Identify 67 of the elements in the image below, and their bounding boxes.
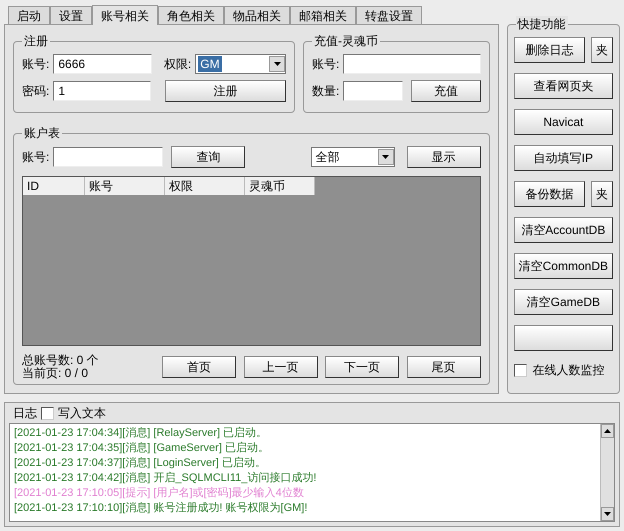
log-line: [2021-01-23 17:10:10][消息] 账号注册成功! 账号权限为[GM]! bbox=[14, 501, 308, 516]
page-button[interactable]: 首页 bbox=[162, 356, 236, 378]
field-label: 账号: bbox=[312, 56, 340, 73]
account-field[interactable] bbox=[343, 54, 481, 74]
log-line: [2021-01-23 17:04:34][消息] [RelayServer] 已启动。 bbox=[14, 426, 268, 441]
log-line: [2021-01-23 17:10:05][提示] [用户名]或[密码]最少输入4位数 bbox=[14, 486, 305, 501]
shortcut-button[interactable]: 删除日志 bbox=[514, 37, 585, 63]
log-line: [2021-01-23 17:04:37][消息] [LoginServer] 已启动。 bbox=[14, 456, 267, 471]
group-title: 注册 bbox=[22, 33, 50, 49]
password-field[interactable]: 1 bbox=[53, 81, 152, 101]
shortcut-button[interactable]: Navicat bbox=[514, 109, 613, 135]
blank-button[interactable] bbox=[514, 325, 613, 351]
tab[interactable]: 物品相关 bbox=[224, 6, 290, 24]
log-line: [2021-01-23 17:04:42][消息] 开启_SQLMCLI11_访问接口成功! bbox=[14, 471, 318, 486]
amount-field[interactable] bbox=[343, 81, 404, 101]
field-label: 密码: bbox=[22, 83, 50, 100]
page-button[interactable]: 尾页 bbox=[406, 356, 481, 378]
log-line: [2021-01-23 17:04:35][消息] [GameServer] 已启动。 bbox=[14, 441, 270, 456]
show-button[interactable]: 显示 bbox=[406, 146, 481, 168]
field-label: 账号: bbox=[22, 149, 50, 166]
account-field[interactable]: 6666 bbox=[53, 54, 152, 74]
shortcut-button[interactable]: 清空AccountDB bbox=[514, 217, 613, 243]
column-header[interactable]: 灵魂币 bbox=[245, 177, 315, 195]
page-button[interactable]: 上一页 bbox=[244, 356, 318, 378]
field-label: 权限: bbox=[164, 56, 192, 73]
tab[interactable]: 启动 bbox=[8, 6, 50, 24]
field-label: 当前页: 0 / 0 bbox=[22, 367, 90, 380]
side-button[interactable]: 夹 bbox=[591, 37, 613, 63]
scroll-up-icon[interactable] bbox=[601, 424, 614, 438]
caret-icon bbox=[378, 149, 394, 165]
scroll-down-icon[interactable] bbox=[601, 507, 614, 521]
tab[interactable]: 账号相关 bbox=[92, 5, 158, 25]
checkbox[interactable] bbox=[41, 406, 54, 420]
field-label: 总账号数: 0 个 bbox=[22, 354, 100, 367]
tab[interactable]: 设置 bbox=[50, 6, 92, 24]
field-label: 数量: bbox=[312, 83, 340, 100]
side-button[interactable]: 夹 bbox=[591, 181, 613, 207]
tab[interactable]: 角色相关 bbox=[158, 6, 224, 24]
shortcut-button[interactable]: 查看网页夹 bbox=[514, 73, 613, 99]
caret-icon bbox=[269, 56, 285, 72]
log-title: 日志 bbox=[13, 405, 37, 422]
group-title: 快捷功能 bbox=[516, 16, 568, 32]
checkbox[interactable] bbox=[514, 364, 527, 376]
page-button[interactable]: 下一页 bbox=[325, 356, 400, 378]
role-dropdown[interactable]: GM bbox=[195, 54, 286, 74]
query-button[interactable]: 查询 bbox=[171, 146, 246, 168]
shortcut-button[interactable]: 备份数据 bbox=[514, 181, 585, 207]
filter-dropdown[interactable]: 全部 bbox=[310, 147, 395, 167]
register-button[interactable]: 注册 bbox=[165, 80, 286, 102]
field-label: 写入文本 bbox=[58, 405, 106, 422]
tab[interactable]: 邮箱相关 bbox=[290, 6, 356, 24]
dropdown-value: 全部 bbox=[316, 149, 340, 166]
column-header[interactable]: 账号 bbox=[85, 177, 165, 195]
shortcut-button[interactable]: 自动填写IP bbox=[514, 145, 613, 171]
shortcut-button[interactable]: 清空GameDB bbox=[514, 289, 613, 315]
column-header[interactable]: ID bbox=[23, 177, 85, 195]
group-title: 账户表 bbox=[22, 125, 62, 141]
dropdown-value: GM bbox=[198, 56, 222, 72]
account-field[interactable] bbox=[53, 147, 164, 167]
tab[interactable]: 转盘设置 bbox=[356, 6, 422, 24]
field-label: 账号: bbox=[22, 56, 50, 73]
group-title: 充值-灵魂币 bbox=[312, 33, 380, 49]
scrollbar[interactable] bbox=[600, 424, 614, 521]
column-header[interactable]: 权限 bbox=[165, 177, 245, 195]
field-label: 在线人数监控 bbox=[532, 362, 605, 379]
shortcut-button[interactable]: 清空CommonDB bbox=[514, 253, 613, 279]
recharge-button[interactable]: 充值 bbox=[411, 80, 481, 102]
